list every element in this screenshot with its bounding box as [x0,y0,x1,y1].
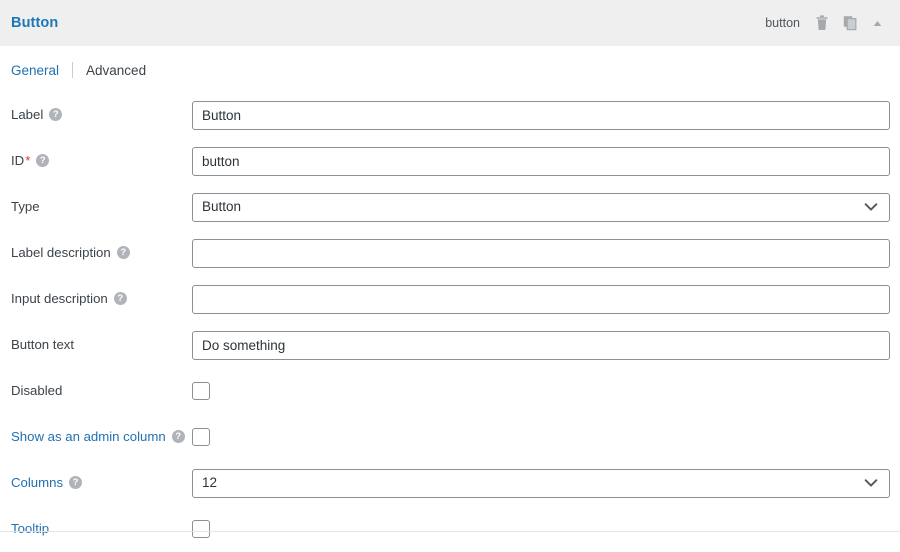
settings-form: Label ? ID * ? Type Button [0,92,900,552]
field-label-text: Button text [11,337,75,353]
field-label-text: Columns [11,475,64,491]
field-control-tooltip [192,520,900,538]
field-control-columns: 12 [192,468,900,498]
field-control-label-description [192,238,900,268]
field-control-disabled [192,382,900,400]
field-key-label: button [765,16,800,30]
field-control-admin-column [192,428,900,446]
columns-select[interactable]: 12 [192,468,890,498]
help-icon[interactable]: ? [36,154,50,168]
chevron-down-icon [864,476,878,491]
button-text-input[interactable] [192,330,890,360]
label-for-type: Type [11,200,192,213]
field-label-text: Input description [11,291,108,307]
page-title: Button [11,15,59,31]
help-icon[interactable]: ? [49,108,63,122]
label-input[interactable] [192,100,890,130]
field-label-text: Type [11,199,40,215]
field-row-admin-column: Show as an admin column ? [0,414,900,460]
label-for-tooltip[interactable]: Tooltip [11,522,192,535]
field-row-button-text: Button text [0,322,900,368]
field-label-text: Show as an admin column [11,429,166,445]
field-row-label-description: Label description ? [0,230,900,276]
tab-bar: General Advanced [0,46,900,92]
tab-general[interactable]: General [11,63,59,78]
input-description-input[interactable] [192,284,890,314]
header-actions: button [765,14,886,32]
field-label-text: ID [11,153,25,169]
type-select-value: Button [202,199,242,215]
help-icon[interactable]: ? [171,430,185,444]
delete-icon[interactable] [813,14,830,32]
label-for-input-description: Input description ? [11,291,192,307]
label-for-admin-column[interactable]: Show as an admin column ? [11,429,192,445]
help-icon[interactable]: ? [69,476,83,490]
tooltip-checkbox[interactable] [192,520,210,538]
panel-header: Button button [0,0,900,46]
field-label-text: Disabled [11,383,63,399]
field-label-text: Tooltip [11,521,50,537]
label-for-button-text: Button text [11,338,192,351]
field-row-columns: Columns ? 12 [0,460,900,506]
disabled-checkbox[interactable] [192,382,210,400]
field-row-disabled: Disabled [0,368,900,414]
field-row-tooltip: Tooltip [0,506,900,552]
field-control-label [192,100,900,130]
chevron-down-icon [864,200,878,215]
panel-bottom-divider [0,531,900,532]
label-for-id: ID * ? [11,153,192,169]
field-row-type: Type Button [0,184,900,230]
columns-select-value: 12 [202,475,218,491]
field-label-text: Label description [11,245,111,261]
field-row-id: ID * ? [0,138,900,184]
collapse-icon[interactable] [869,14,886,32]
help-icon[interactable]: ? [113,292,127,306]
required-marker: * [25,153,31,169]
label-for-disabled: Disabled [11,384,192,397]
field-control-id [192,146,900,176]
type-select[interactable]: Button [192,192,890,222]
field-control-button-text [192,330,900,360]
tab-advanced[interactable]: Advanced [86,63,146,78]
help-icon[interactable]: ? [116,246,130,260]
field-control-type: Button [192,192,900,222]
field-row-input-description: Input description ? [0,276,900,322]
label-for-columns[interactable]: Columns ? [11,475,192,491]
label-for-label-description: Label description ? [11,245,192,261]
duplicate-icon[interactable] [841,14,858,32]
label-for-label: Label ? [11,107,192,123]
field-row-label: Label ? [0,92,900,138]
id-input[interactable] [192,146,890,176]
field-label-text: Label [11,107,44,123]
label-description-input[interactable] [192,238,890,268]
tab-divider [72,62,74,78]
field-control-input-description [192,284,900,314]
admin-column-checkbox[interactable] [192,428,210,446]
